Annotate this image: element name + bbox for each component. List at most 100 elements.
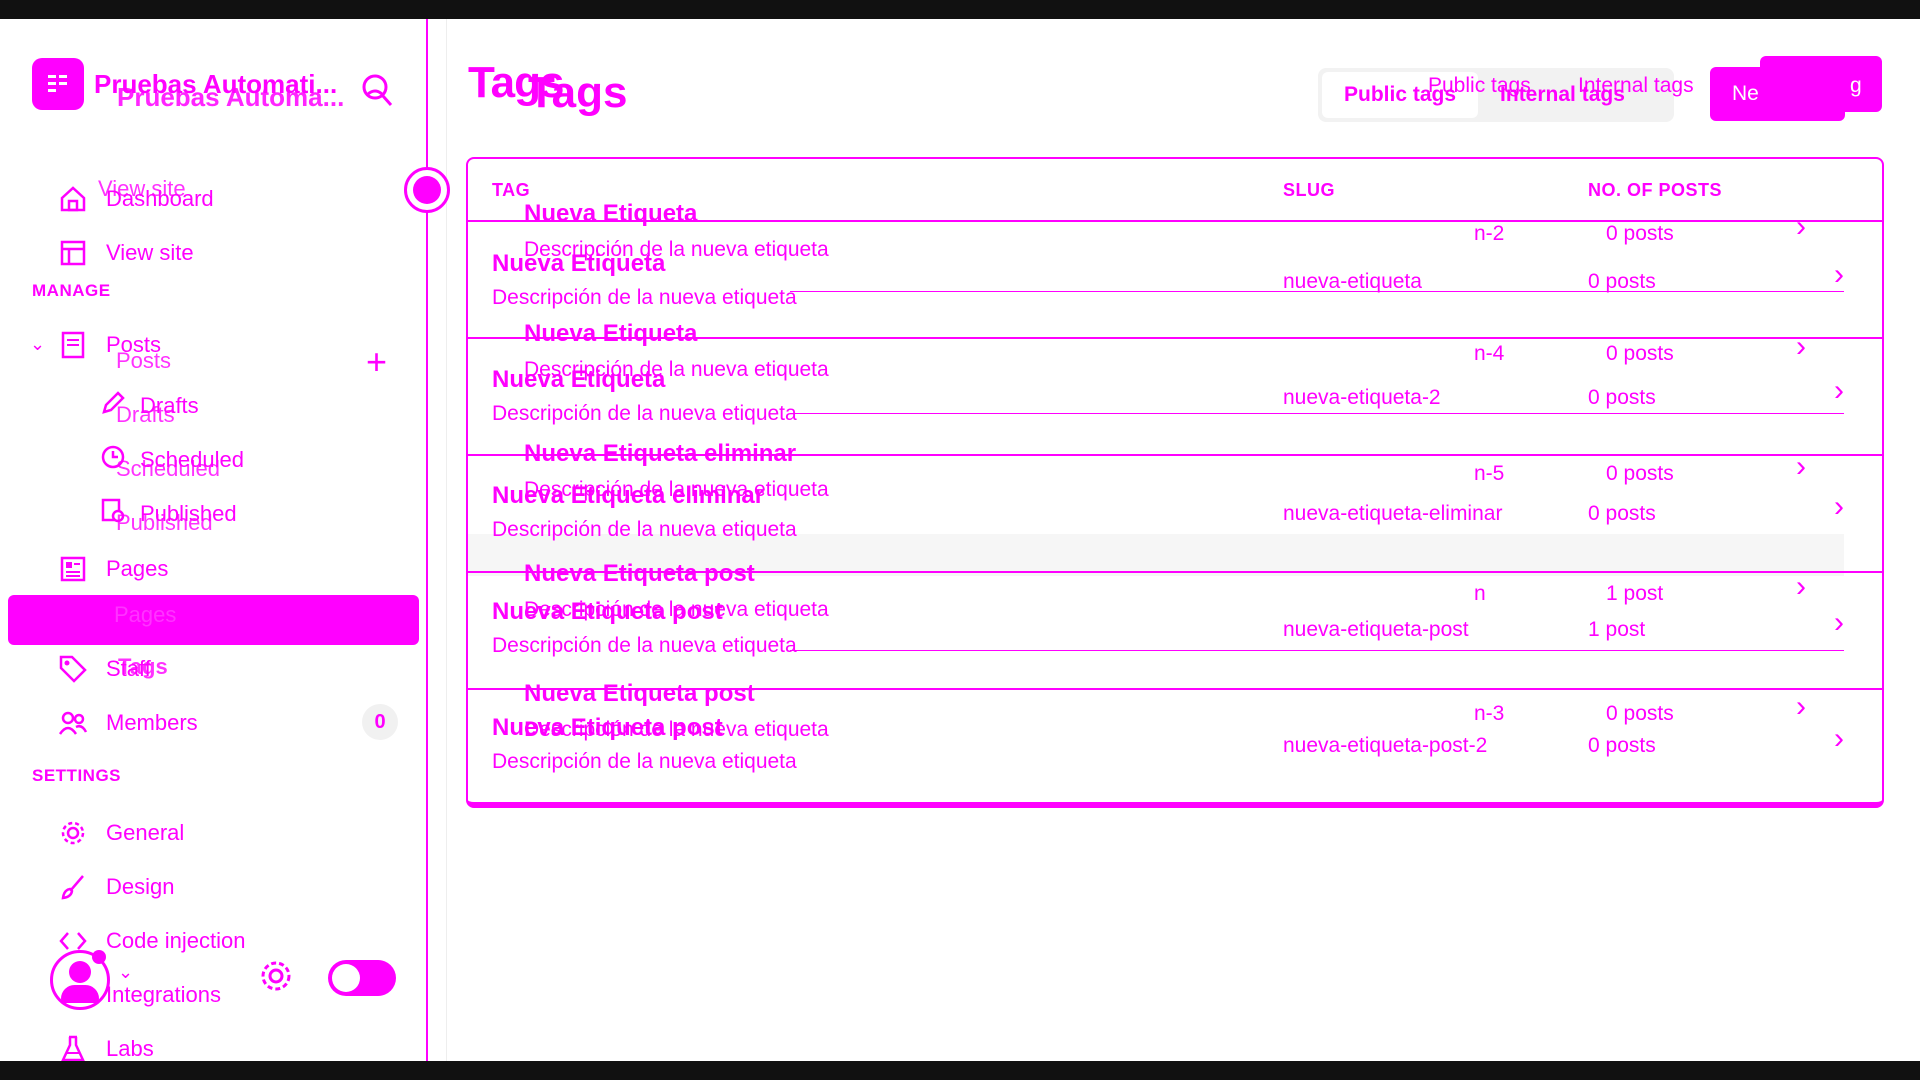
members-count-badge: 0 [362,704,398,740]
sidebar-item-label: Integrations [106,982,221,1007]
page-title-ghost: Tags [528,68,628,117]
column-header-slug: SLUG [1283,180,1336,200]
settings-section-label: SETTINGS [32,766,122,785]
tag-post-count: 0 posts [1588,502,1656,525]
ghost-tag-posts: 0 posts [1606,342,1674,365]
tag-slug: nueva-etiqueta-2 [1283,386,1441,409]
ghost-tag-posts: 0 posts [1606,222,1674,245]
members-icon [58,708,88,738]
sidebar-item-label: General [106,820,185,845]
column-header-tag: TAG [492,180,531,200]
ghost-tag-name: Nueva Etiqueta post [524,560,755,587]
posts-icon [58,330,88,360]
tag-name: Nueva Etiqueta [492,250,666,277]
ghost-tag-name: Nueva Etiqueta [524,200,698,227]
chevron-right-icon: › [1796,570,1806,603]
sidebar-item-label: Members [106,710,198,735]
chevron-right-icon: › [1796,210,1806,243]
site-title-ghost: Pruebas Automa... [117,82,345,112]
tag-slug: nueva-etiqueta-post-2 [1283,734,1488,757]
ghost-tag-name: Nueva Etiqueta [524,320,698,347]
flask-icon [58,1034,88,1064]
ghost-tag-slug: n-4 [1474,342,1505,365]
chevron-right-icon: › [1834,374,1844,407]
column-header-posts: NO. OF POSTS [1588,180,1723,200]
ghost-tag-posts: 0 posts [1606,702,1674,725]
settings-gear-icon[interactable] [258,958,294,994]
ghost-tag-slug: n-5 [1474,462,1505,485]
drafts-ghost: Drafts [116,402,175,427]
tag-post-count: 1 post [1588,618,1646,641]
pages-ghost: Pages [114,602,177,627]
ghost-tag-name: Nueva Etiqueta eliminar [524,440,797,467]
ghost-tag-slug: n-2 [1474,222,1505,245]
sidebar-item-members[interactable]: Members [58,708,198,738]
new-tag-button[interactable]: Ne [1710,67,1845,121]
ghost-tag-posts: 0 posts [1606,462,1674,485]
row-divider-ghost [790,413,1844,414]
add-post-icon[interactable]: + [366,344,387,380]
tag-slug: nueva-etiqueta [1283,270,1422,293]
posts-ghost: Posts [116,348,172,373]
home-icon [58,184,88,214]
dark-mode-toggle[interactable] [328,960,396,996]
sidebar-divider [446,19,447,1061]
tab-public-ghost: Public tags [1428,74,1531,97]
chevron-right-icon: › [1796,450,1806,483]
tag-description: Descripción de la nueva etiqueta [492,750,797,773]
tag-description: Descripción de la nueva etiqueta [492,402,797,425]
tag-icon [58,654,88,684]
ghost-tag-slug: n [1474,582,1486,605]
tag-post-count: 0 posts [1588,270,1656,293]
tag-description: Descripción de la nueva etiqueta [492,518,797,541]
status-dot-icon [92,950,106,964]
sidebar-item-label: Code injection [106,928,246,953]
sidebar-item-label: Dashboard [106,186,214,211]
pages-icon [58,554,88,584]
ghost-tag-slug: n-3 [1474,702,1505,725]
sidebar [0,19,428,1061]
tag-post-count: 0 posts [1588,734,1656,757]
tag-name: Nueva Etiqueta post [492,598,723,625]
tab-internal-ghost: Internal tags [1578,74,1694,97]
window-frame-top [0,0,1920,19]
sidebar-item-view-site[interactable]: View site [58,238,194,268]
sidebar-item-labs[interactable]: Labs [58,1034,154,1064]
tag-name: Nueva Etiqueta [492,366,666,393]
ghost-tag-posts: 1 post [1606,582,1664,605]
tag-post-count: 0 posts [1588,386,1656,409]
layout-icon [58,238,88,268]
scheduled-ghost: Scheduled [116,456,220,481]
sidebar-item-label: Design [106,874,175,899]
menu-icon [48,75,67,92]
sidebar-item-general[interactable]: General [58,818,184,848]
sidebar-item-label: Pages [106,556,169,581]
sidebar-item-label: Labs [106,1036,154,1061]
chevron-right-icon: › [1834,490,1844,523]
chevron-right-icon: › [1834,722,1844,755]
search-icon[interactable] [360,70,394,112]
sidebar-collapse-handle[interactable] [404,167,450,213]
tag-description: Descripción de la nueva etiqueta [492,286,797,309]
chevron-right-icon: › [1796,330,1806,363]
chevron-right-icon: › [1834,258,1844,291]
new-tag-label: Ne [1732,82,1759,105]
tag-slug: nueva-etiqueta-post [1283,618,1469,641]
chevron-down-icon[interactable]: ⌄ [118,962,133,983]
new-tag-ghost-label: g [1850,74,1862,97]
ghost-tag-name: Nueva Etiqueta post [524,680,755,707]
chevron-down-icon[interactable]: ⌄ [30,334,45,355]
sidebar-item-label: View site [106,240,194,265]
sidebar-item-design[interactable]: Design [58,872,174,902]
sidebar-item-pages[interactable]: Pages [58,554,168,584]
tags-label: Tags [118,654,168,679]
tag-slug: nueva-etiqueta-eliminar [1283,502,1503,525]
tag-description: Descripción de la nueva etiqueta [492,634,797,657]
sidebar-item-dashboard[interactable]: Dashboard [58,184,214,214]
gear-icon [58,818,88,848]
published-ghost: Published [116,510,213,535]
chevron-right-icon: › [1834,606,1844,639]
window-frame-bottom [0,1061,1920,1080]
sidebar-item-active-highlight[interactable] [8,595,419,645]
chevron-right-icon: › [1796,690,1806,723]
